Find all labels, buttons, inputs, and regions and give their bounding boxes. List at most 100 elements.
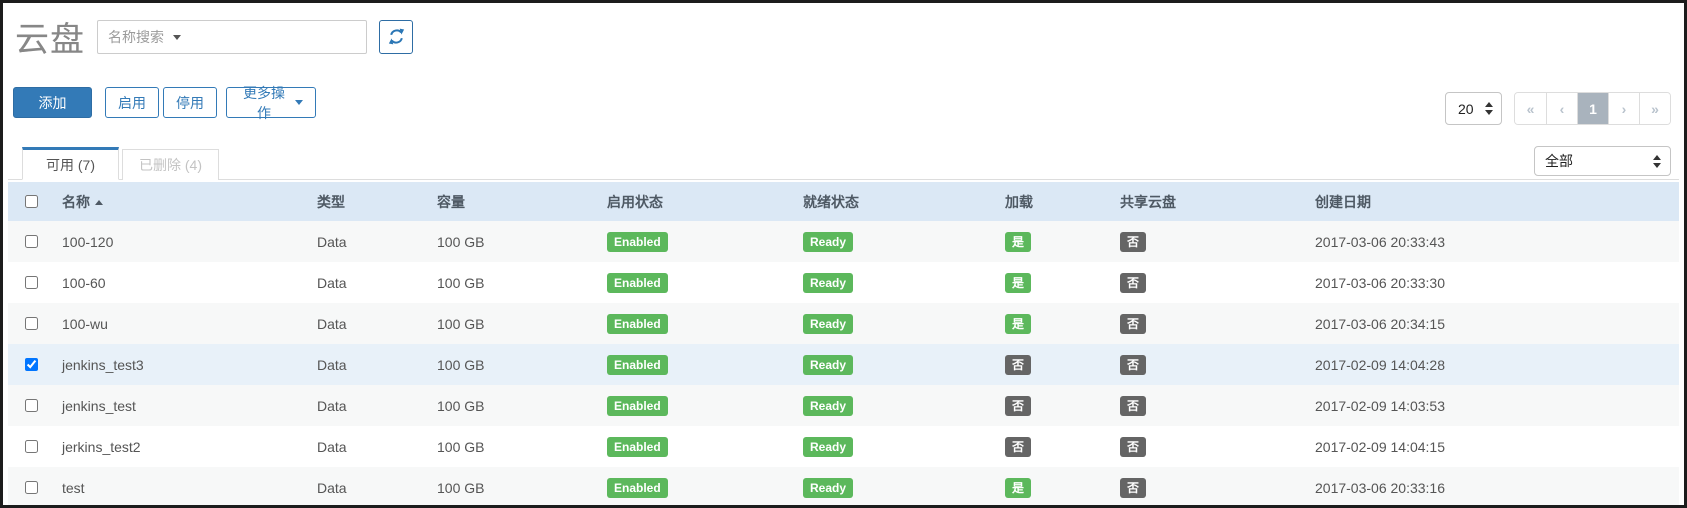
table-body: 100-120 Data 100 GB Enabled Ready 是 否 20… bbox=[8, 221, 1679, 505]
ready-status-badge: Ready bbox=[803, 477, 854, 498]
add-button[interactable]: 添加 bbox=[13, 87, 92, 118]
row-checkbox[interactable] bbox=[24, 358, 38, 371]
shared-badge: 否 bbox=[1120, 272, 1147, 293]
row-checkbox[interactable] bbox=[24, 317, 38, 330]
enable-status-badge: Enabled bbox=[607, 436, 668, 457]
select-stepper-icon bbox=[1653, 154, 1661, 168]
created-date: 2017-03-06 20:33:30 bbox=[1315, 274, 1445, 291]
enable-button[interactable]: 启用 bbox=[105, 87, 159, 118]
attached-badge: 是 bbox=[1005, 231, 1032, 252]
header-type: 类型 bbox=[317, 193, 345, 210]
tab-available[interactable]: 可用 (7) bbox=[22, 147, 119, 180]
disk-type: Data bbox=[317, 397, 347, 414]
header-name-label: 名称 bbox=[62, 193, 90, 210]
disk-name: 100-120 bbox=[62, 233, 114, 250]
disk-type: Data bbox=[317, 356, 347, 373]
disk-name: 100-60 bbox=[62, 274, 106, 291]
toolbar: 添加 启用 停用 更多操作 20 « ‹ 1 › » bbox=[8, 85, 1679, 127]
attached-badge: 否 bbox=[1005, 395, 1032, 416]
enable-status-badge: Enabled bbox=[607, 313, 668, 334]
enable-status-badge: Enabled bbox=[607, 395, 668, 416]
header-capacity: 容量 bbox=[437, 193, 465, 210]
attached-badge: 否 bbox=[1005, 436, 1032, 457]
ready-status-badge: Ready bbox=[803, 231, 854, 252]
row-checkbox[interactable] bbox=[24, 276, 38, 289]
row-checkbox[interactable] bbox=[24, 481, 38, 494]
toolbar-right: 20 « ‹ 1 › » bbox=[1445, 92, 1671, 125]
disk-type: Data bbox=[317, 438, 347, 455]
table-row[interactable]: jenkins_test Data 100 GB Enabled Ready 否… bbox=[8, 385, 1679, 426]
pagination: « ‹ 1 › » bbox=[1514, 92, 1671, 125]
ready-status-badge: Ready bbox=[803, 354, 854, 375]
filter-select[interactable]: 全部 bbox=[1534, 146, 1671, 176]
search-wrap bbox=[97, 19, 367, 54]
table-row-selected[interactable]: jenkins_test3 Data 100 GB Enabled Ready … bbox=[8, 344, 1679, 385]
page-size-select[interactable]: 20 bbox=[1445, 92, 1502, 125]
disk-table: 名称 类型 容量 启用状态 就绪状态 加载 共享云盘 创建日期 100-120 … bbox=[8, 182, 1679, 505]
pagination-last-button[interactable]: » bbox=[1639, 93, 1670, 124]
pagination-next-button[interactable]: › bbox=[1608, 93, 1639, 124]
refresh-button[interactable] bbox=[379, 19, 413, 54]
shared-badge: 否 bbox=[1120, 231, 1147, 252]
disk-capacity: 100 GB bbox=[437, 233, 485, 250]
disk-name: 100-wu bbox=[62, 315, 108, 332]
disk-name: jenkins_test3 bbox=[62, 356, 144, 373]
shared-badge: 否 bbox=[1120, 313, 1147, 334]
table-row[interactable]: 100-wu Data 100 GB Enabled Ready 是 否 201… bbox=[8, 303, 1679, 344]
filter-wrap: 全部 bbox=[1534, 146, 1671, 176]
created-date: 2017-03-06 20:33:16 bbox=[1315, 479, 1445, 496]
page-title: 云盘 bbox=[15, 21, 85, 59]
enable-status-badge: Enabled bbox=[607, 354, 668, 375]
search-field-caret-icon[interactable] bbox=[173, 34, 181, 40]
pagination-prev-button[interactable]: ‹ bbox=[1546, 93, 1577, 124]
created-date: 2017-03-06 20:34:15 bbox=[1315, 315, 1445, 332]
select-all-cell bbox=[8, 195, 54, 208]
ready-status-badge: Ready bbox=[803, 395, 854, 416]
row-checkbox[interactable] bbox=[24, 399, 38, 412]
ready-status-badge: Ready bbox=[803, 272, 854, 293]
select-stepper-icon bbox=[1485, 102, 1493, 115]
ready-status-badge: Ready bbox=[803, 313, 854, 334]
header-shared: 共享云盘 bbox=[1120, 193, 1176, 210]
header-enable-status: 启用状态 bbox=[607, 193, 663, 210]
header-name[interactable]: 名称 bbox=[54, 192, 309, 212]
tab-deleted[interactable]: 已删除 (4) bbox=[122, 149, 219, 180]
more-actions-button[interactable]: 更多操作 bbox=[226, 85, 316, 121]
refresh-icon bbox=[388, 28, 405, 45]
search-input[interactable] bbox=[97, 19, 367, 54]
table-row[interactable]: test Data 100 GB Enabled Ready 是 否 2017-… bbox=[8, 467, 1679, 505]
created-date: 2017-02-09 14:04:15 bbox=[1315, 438, 1445, 455]
attached-badge: 否 bbox=[1005, 354, 1032, 375]
disk-type: Data bbox=[317, 274, 347, 291]
header-created: 创建日期 bbox=[1315, 193, 1371, 210]
disk-capacity: 100 GB bbox=[437, 479, 485, 496]
disk-name: jenkins_test bbox=[62, 397, 136, 414]
row-checkbox[interactable] bbox=[24, 235, 38, 248]
enable-status-badge: Enabled bbox=[607, 272, 668, 293]
created-date: 2017-03-06 20:33:43 bbox=[1315, 233, 1445, 250]
pagination-first-button[interactable]: « bbox=[1515, 93, 1546, 124]
disk-capacity: 100 GB bbox=[437, 274, 485, 291]
pagination-current-page[interactable]: 1 bbox=[1577, 93, 1608, 124]
attached-badge: 是 bbox=[1005, 313, 1032, 334]
attached-badge: 是 bbox=[1005, 272, 1032, 293]
disk-type: Data bbox=[317, 315, 347, 332]
row-checkbox[interactable] bbox=[24, 440, 38, 453]
table-row[interactable]: jerkins_test2 Data 100 GB Enabled Ready … bbox=[8, 426, 1679, 467]
disable-button[interactable]: 停用 bbox=[163, 87, 217, 118]
created-date: 2017-02-09 14:04:28 bbox=[1315, 356, 1445, 373]
filter-selected-value: 全部 bbox=[1545, 153, 1573, 169]
table-row[interactable]: 100-120 Data 100 GB Enabled Ready 是 否 20… bbox=[8, 221, 1679, 262]
enable-status-badge: Enabled bbox=[607, 231, 668, 252]
shared-badge: 否 bbox=[1120, 477, 1147, 498]
select-all-checkbox[interactable] bbox=[24, 195, 38, 208]
header-attached: 加载 bbox=[1005, 193, 1033, 210]
shared-badge: 否 bbox=[1120, 395, 1147, 416]
cloud-disk-page: 云盘 添加 启用 停用 更多操作 20 bbox=[0, 0, 1687, 508]
disk-name: jerkins_test2 bbox=[62, 438, 141, 455]
more-actions-label: 更多操作 bbox=[243, 84, 285, 121]
disk-capacity: 100 GB bbox=[437, 315, 485, 332]
table-row[interactable]: 100-60 Data 100 GB Enabled Ready 是 否 201… bbox=[8, 262, 1679, 303]
table-header-row: 名称 类型 容量 启用状态 就绪状态 加载 共享云盘 创建日期 bbox=[8, 182, 1679, 221]
disk-capacity: 100 GB bbox=[437, 438, 485, 455]
